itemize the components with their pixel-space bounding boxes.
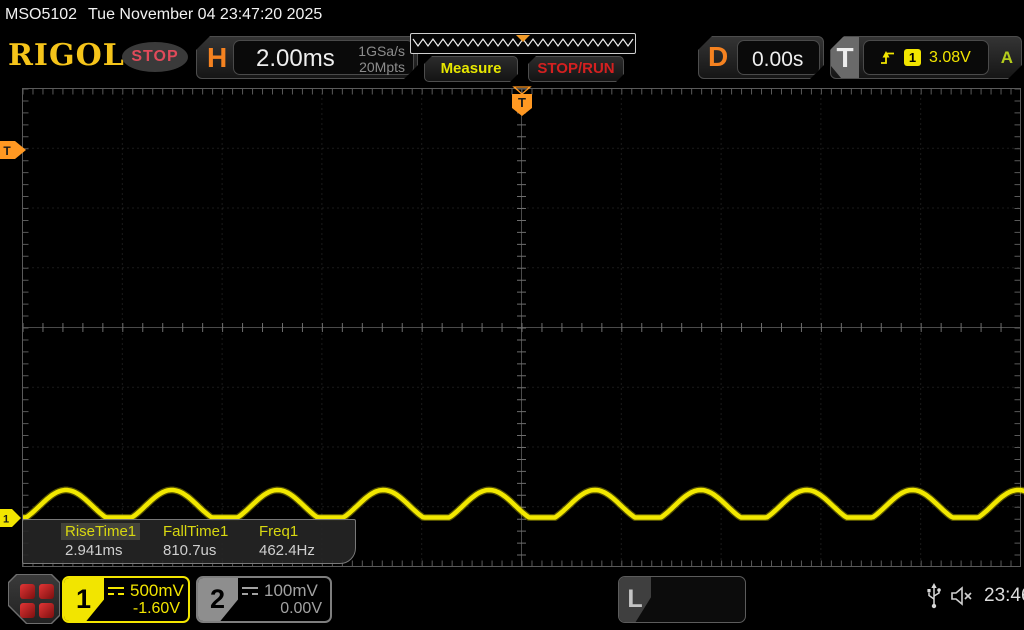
svg-text:T: T [518,95,526,110]
channel1-badge[interactable]: 1 500mV -1.60V [62,576,190,623]
channel1-waveform [21,486,1024,521]
main-menu-button-bg [9,575,59,623]
channel2-scale: 100mV [264,581,318,600]
timebase-value: 2.00ms [256,45,335,72]
channel2-tab: 2 [198,578,238,621]
title-bar: MSO5102 Tue November 04 23:47:20 2025 [0,0,1024,32]
trigger-inset: 1 3.08V [863,40,989,75]
bottom-status-bar: 1 500mV -1.60V 2 100mV 0.00V L 0 1 2 3 4… [0,570,1024,630]
preview-trigger-marker-icon [516,35,530,42]
measurement-value: 810.7us [163,542,217,559]
measurement-value: 2.941ms [65,542,123,559]
dc-coupling-icon [108,586,124,596]
system-datetime: Tue November 04 23:47:20 2025 [88,6,323,23]
stop-run-button[interactable]: STOP/RUN [528,56,624,82]
trigger-sweep-mode: A [1000,48,1013,67]
menu-grid-icon [20,584,54,618]
measurement-name: Freq1 [259,523,299,540]
measurement-item[interactable]: FallTime1 810.7us [159,520,255,563]
delay-inset: 0.00s [737,40,820,75]
trigger-position-marker[interactable]: T [512,94,532,116]
graticule-grid [22,88,1021,567]
horizontal-block[interactable]: H 2.00ms 1GSa/s 20Mpts [196,36,418,79]
channel2-number: 2 [210,584,226,614]
channel1-tab: 1 [64,578,104,621]
logic-channel-numbers: 0 1 2 3 4 5 6 7 8 9 1011 12131415 [657,582,745,622]
rigol-logo: RIGOL [8,38,125,73]
channel2-offset: 0.00V [280,600,322,617]
delay-value: 0.00s [752,48,804,71]
measurement-name: RiseTime1 [61,523,141,540]
usb-icon [927,583,941,609]
svg-text:T: T [3,144,11,158]
measurement-value: 462.4Hz [259,542,315,559]
horizontal-inset: 2.00ms 1GSa/s 20Mpts [233,40,414,75]
trigger-label: T [831,37,859,78]
sample-rate: 1GSa/s [358,43,405,59]
trigger-source-badge: 1 [904,49,921,66]
channel1-ground-marker[interactable]: 1 [0,509,21,527]
measure-button[interactable]: Measure [424,56,518,82]
svg-text:1: 1 [3,514,9,526]
logic-channels-badge[interactable]: L 0 1 2 3 4 5 6 7 8 9 1011 12131415 [618,576,746,623]
delay-block[interactable]: D 0.00s [698,36,824,79]
trigger-level-value: 3.08V [929,48,971,66]
channel1-offset: -1.60V [132,600,180,617]
logic-label: L [619,577,651,622]
dc-coupling-icon [242,586,258,596]
measurement-item[interactable]: Freq1 462.4Hz [255,520,351,563]
acquisition-info: 1GSa/s 20Mpts [358,43,405,75]
status-clock: 23:46 [984,585,1024,606]
main-menu-button[interactable] [8,574,60,624]
header-bar: RIGOL STOP H 2.00ms 1GSa/s 20Mpts Measur… [0,32,1024,84]
channel2-badge[interactable]: 2 100mV 0.00V [196,576,332,623]
channel1-number: 1 [76,584,92,614]
oscilloscope-screen: MSO5102 Tue November 04 23:47:20 2025 RI… [0,0,1024,630]
sound-muted-icon[interactable] [950,585,976,607]
rising-edge-icon [880,50,896,66]
measurement-results-panel: RiseTime1 2.941ms FallTime1 810.7us Freq… [22,519,356,564]
model-name: MSO5102 [5,6,78,23]
measurement-item[interactable]: RiseTime1 2.941ms [61,520,157,563]
delay-label: D [708,41,729,72]
waveform-position-preview[interactable] [410,33,636,54]
waveform-display-area: T T 1 [0,85,1024,569]
channel1-scale: 500mV [130,581,184,600]
memory-depth: 20Mpts [359,59,405,75]
run-state-badge: STOP [122,42,188,72]
measurement-name: FallTime1 [163,523,229,540]
horizontal-label: H [207,42,228,73]
trigger-block[interactable]: T 1 3.08V A [830,36,1022,79]
